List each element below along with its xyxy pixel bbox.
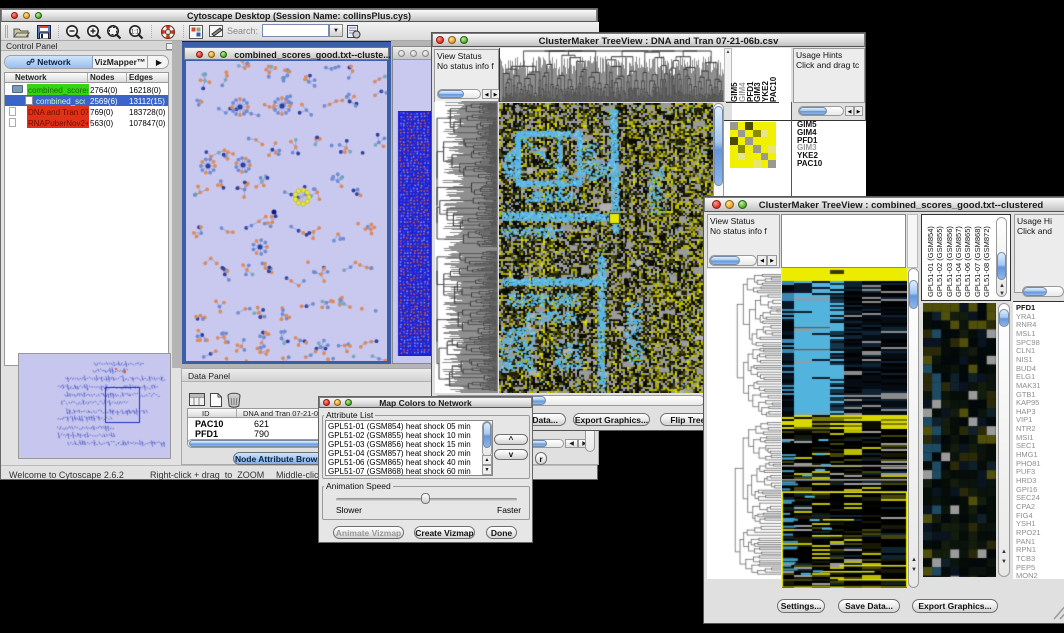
svg-text:1:1: 1:1	[131, 30, 140, 36]
